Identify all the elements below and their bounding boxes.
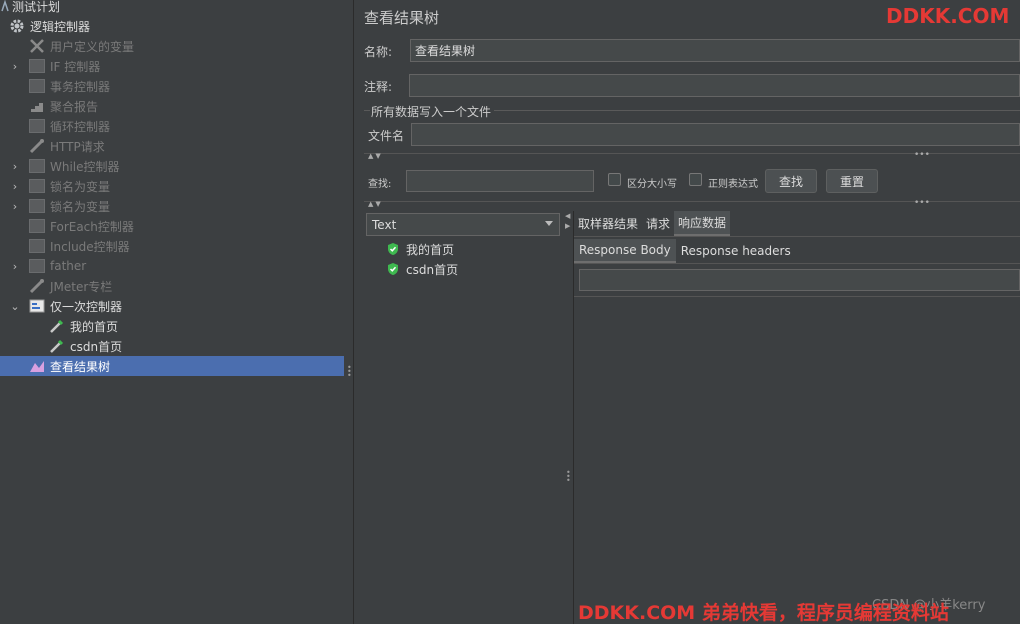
tree-splitter[interactable]: • • • [344, 0, 354, 624]
splitter-grip: • • • [566, 468, 571, 485]
tree-item-label: 聚合报告 [50, 99, 99, 114]
tree-item-label: 仅一次控制器 [50, 299, 123, 314]
controller-icon [28, 258, 46, 274]
result-detail-pane: 取样器结果 请求 响应数据 Response Body Response hea… [574, 211, 1020, 624]
tree-item-label: 查看结果树 [50, 359, 111, 374]
tab-response-headers[interactable]: Response headers [676, 239, 796, 263]
tree-item-foreach-controller[interactable]: ForEach控制器 [0, 216, 344, 236]
controller-icon [28, 158, 46, 174]
watermark-bottom: DDKK.COM 弟弟快看，程序员编程资料站 [578, 602, 949, 624]
tree-item-label: 锁名为变量 [50, 199, 111, 214]
renderer-select[interactable]: Text [366, 213, 560, 236]
tree-item-label: 事务控制器 [50, 79, 111, 94]
tree-item-label: 测试计划 [12, 0, 61, 14]
test-plan-icon [0, 0, 10, 14]
tree-item-if-controller[interactable]: › IF 控制器 [0, 56, 344, 76]
controller-icon [28, 218, 46, 234]
tree-item-label: 逻辑控制器 [30, 19, 91, 34]
controller-icon [28, 118, 46, 134]
sample-label: 我的首页 [406, 242, 455, 257]
controller-icon [28, 178, 46, 194]
tree-item-label: father [50, 259, 87, 273]
chevron-down-icon [545, 221, 553, 226]
tree-item-label: csdn首页 [70, 339, 123, 354]
tab-sampler-result[interactable]: 取样器结果 [574, 211, 642, 236]
tree-item-lock-variable-1[interactable]: › 锁名为变量 [0, 176, 344, 196]
result-tabs: 取样器结果 请求 响应数据 [574, 211, 731, 236]
tree-item-label: Include控制器 [50, 239, 130, 254]
success-shield-icon [388, 243, 398, 255]
watermark-top: DDKK.COM [886, 4, 1010, 28]
tree-item-my-homepage[interactable]: 我的首页 [0, 316, 344, 336]
renderer-selected-value: Text [372, 217, 397, 232]
response-subtabs: Response Body Response headers [574, 239, 796, 263]
tab-request[interactable]: 请求 [642, 211, 674, 236]
tree-item-label: JMeter专栏 [50, 279, 113, 294]
content-divider [574, 296, 1020, 297]
chevron-right-icon[interactable]: › [10, 176, 20, 196]
tree-item-while-controller[interactable]: › While控制器 [0, 156, 344, 176]
sample-results-list: Text 我的首页 csdn首页 [364, 211, 562, 624]
tree-item-label: 我的首页 [70, 319, 119, 334]
sample-label: csdn首页 [406, 262, 459, 277]
controller-icon [28, 238, 46, 254]
controller-icon [28, 198, 46, 214]
tree-item-view-results-tree[interactable]: 查看结果树 [0, 356, 344, 376]
collapse-arrows-icon[interactable]: ◀ ▶ [565, 211, 570, 231]
tree-item-label: IF 控制器 [50, 59, 101, 74]
pipette-icon [48, 318, 66, 334]
chevron-right-icon[interactable]: › [10, 156, 20, 176]
results-splitter[interactable]: ◀ ▶ • • • [562, 211, 574, 624]
chevron-down-icon[interactable]: ⌄ [10, 296, 20, 316]
tree-item-http-request[interactable]: HTTP请求 [0, 136, 344, 156]
sample-item-csdn-homepage[interactable]: csdn首页 [386, 259, 458, 279]
tree-item-jmeter-column[interactable]: JMeter专栏 [0, 276, 344, 296]
tree-item-test-plan[interactable]: 测试计划 [0, 0, 344, 16]
tree-item-csdn-homepage[interactable]: csdn首页 [0, 336, 344, 356]
tree-item-aggregate-report[interactable]: 聚合报告 [0, 96, 344, 116]
tree-item-transaction-controller[interactable]: 事务控制器 [0, 76, 344, 96]
chart-icon [28, 98, 46, 114]
once-controller-icon [28, 298, 46, 314]
tree-item-label: ForEach控制器 [50, 219, 134, 234]
gear-icon [8, 18, 26, 34]
controller-icon [28, 58, 46, 74]
subtab-underline [574, 263, 1020, 264]
tree-item-include-controller[interactable]: Include控制器 [0, 236, 344, 256]
tree-item-lock-variable-2[interactable]: › 锁名为变量 [0, 196, 344, 216]
chevron-right-icon[interactable]: › [10, 196, 20, 216]
pipette-icon [28, 138, 46, 154]
chevron-right-icon[interactable]: › [10, 256, 20, 276]
tree-item-label: 用户定义的变量 [50, 39, 135, 54]
pipette-icon [28, 278, 46, 294]
success-shield-icon [388, 263, 398, 275]
tree-item-label: 循环控制器 [50, 119, 111, 134]
controller-icon [28, 78, 46, 94]
response-body-search-input[interactable] [579, 269, 1020, 291]
tree-item-father[interactable]: › father [0, 256, 344, 276]
tree-item-user-variables[interactable]: 用户定义的变量 [0, 36, 344, 56]
test-plan-tree[interactable]: 测试计划 逻辑控制器 用户定义的变量 › IF 控制器 事务控制器 聚合报告 循… [0, 0, 344, 624]
tree-item-label: 锁名为变量 [50, 179, 111, 194]
results-region: Text 我的首页 csdn首页 ◀ ▶ • • • 取样器结果 请求 响应数据 Re… [354, 0, 1020, 624]
tab-response-data[interactable]: 响应数据 [674, 211, 731, 236]
wrench-icon [28, 38, 46, 54]
tree-item-loop-controller[interactable]: 循环控制器 [0, 116, 344, 136]
pipette-icon [48, 338, 66, 354]
tab-response-body[interactable]: Response Body [574, 239, 676, 263]
tree-item-logic-controller[interactable]: 逻辑控制器 [0, 16, 344, 36]
tree-item-label: While控制器 [50, 159, 120, 174]
tree-item-label: HTTP请求 [50, 139, 105, 154]
chevron-right-icon[interactable]: › [10, 56, 20, 76]
tab-underline [574, 236, 1020, 237]
result-tree-icon [28, 358, 46, 374]
splitter-grip: • • • [347, 363, 352, 380]
sample-item-my-homepage[interactable]: 我的首页 [386, 239, 454, 259]
tree-item-once-only-controller[interactable]: ⌄ 仅一次控制器 [0, 296, 344, 316]
